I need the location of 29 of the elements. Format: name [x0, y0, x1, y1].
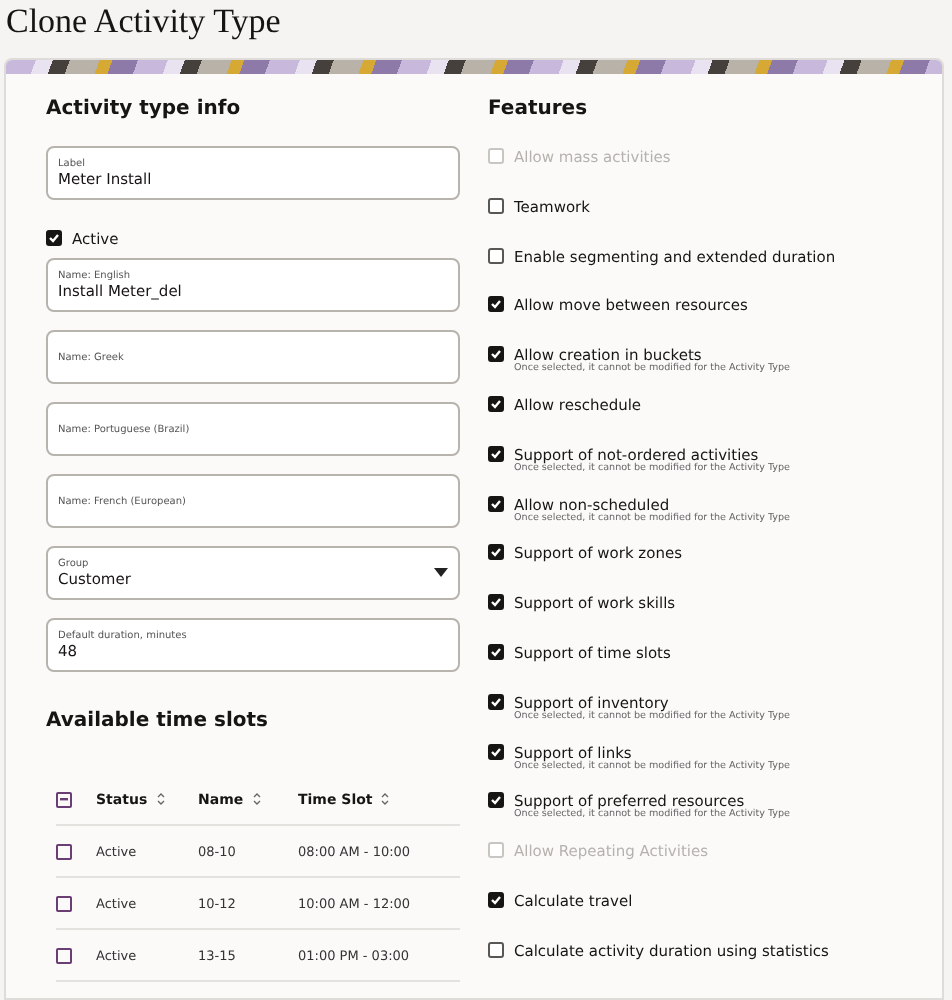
page-title: Clone Activity Type: [4, 0, 283, 44]
checkbox[interactable]: [488, 693, 504, 710]
checkbox[interactable]: [488, 445, 504, 462]
checkbox[interactable]: [488, 296, 504, 313]
sort-icon[interactable]: [155, 792, 166, 806]
checkbox[interactable]: [488, 941, 504, 958]
section-heading: Activity type info: [46, 98, 243, 124]
checkbox[interactable]: [488, 247, 504, 264]
sort-icon[interactable]: [380, 792, 391, 806]
checkbox[interactable]: [488, 643, 504, 660]
checkbox[interactable]: [488, 743, 504, 760]
checkbox[interactable]: [488, 395, 504, 412]
row-checkbox[interactable]: [56, 843, 72, 859]
checkbox[interactable]: [488, 197, 504, 214]
checkbox[interactable]: [488, 594, 504, 611]
checkbox[interactable]: [488, 891, 504, 908]
checkbox[interactable]: [488, 792, 504, 809]
checkbox[interactable]: [488, 495, 504, 512]
minus-icon: [60, 797, 68, 801]
caret-icon: [434, 568, 448, 578]
section-heading: Features: [488, 98, 590, 124]
checkbox[interactable]: [488, 544, 504, 561]
checkbox[interactable]: [488, 346, 504, 363]
checkbox[interactable]: [46, 230, 62, 246]
select-all-checkbox[interactable]: [56, 791, 72, 807]
sort-icon[interactable]: [251, 792, 262, 806]
row-checkbox[interactable]: [56, 895, 72, 911]
section-heading: Available time slots: [46, 710, 270, 736]
row-checkbox[interactable]: [56, 947, 72, 963]
